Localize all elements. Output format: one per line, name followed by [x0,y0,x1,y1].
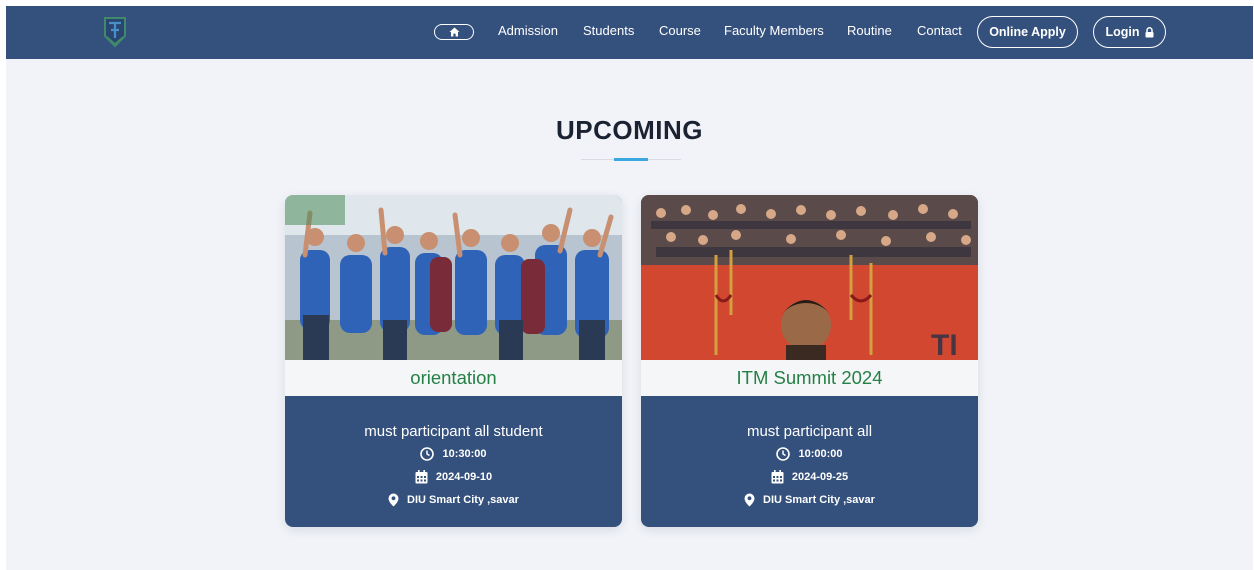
nav-link-contact[interactable]: Contact [917,23,962,38]
event-date-row: 2024-09-10 [285,470,622,484]
clock-icon [420,447,435,461]
event-image [285,195,622,360]
login-label: Login [1105,25,1140,39]
login-button[interactable]: Login [1093,16,1166,48]
event-location: DIU Smart City ,savar [407,494,519,506]
event-location-row: DIU Smart City ,savar [641,493,978,507]
online-apply-button[interactable]: Online Apply [977,16,1078,48]
online-apply-label: Online Apply [989,25,1066,39]
event-description: must participant all student [364,423,543,440]
site-logo[interactable] [103,16,127,48]
calendar-icon [415,470,428,484]
event-time-row: 10:30:00 [285,447,622,461]
event-title: ITM Summit 2024 [736,367,883,388]
nav-home-button[interactable] [434,24,474,40]
event-date: 2024-09-25 [791,471,849,483]
navbar: Admission Students Course Faculty Member… [6,6,1253,59]
event-time: 10:00:00 [798,448,843,460]
event-title-band: orientation [285,360,622,396]
event-title: orientation [410,367,497,388]
location-pin-icon [744,493,755,507]
nav-link-admission[interactable]: Admission [498,23,558,38]
event-card-itm-summit[interactable]: TI ITM Summit 2024 must participant all … [641,195,978,527]
nav-link-faculty-members[interactable]: Faculty Members [724,23,824,38]
svg-text:TI: TI [931,329,958,360]
section-title: UPCOMING [556,115,703,145]
nav-link-students[interactable]: Students [583,23,634,38]
event-title-band: ITM Summit 2024 [641,360,978,396]
home-icon [449,27,459,37]
event-details: must participant all student 10:30:00 20… [285,396,622,527]
nav-link-course[interactable]: Course [659,23,701,38]
event-location-row: DIU Smart City ,savar [285,493,622,507]
event-time-row: 10:00:00 [641,447,978,461]
lock-icon [1145,26,1153,37]
event-description: must participant all [746,423,873,440]
page: Admission Students Course Faculty Member… [6,6,1253,570]
clock-icon [776,447,791,461]
event-location: DIU Smart City ,savar [763,494,875,506]
title-accent [614,158,648,161]
event-date: 2024-09-10 [435,471,493,483]
event-image: TI [641,195,978,360]
event-time: 10:30:00 [442,448,487,460]
event-card-orientation[interactable]: orientation must participant all student… [285,195,622,527]
event-date-row: 2024-09-25 [641,470,978,484]
event-details: must participant all 10:00:00 2024-09-25… [641,396,978,527]
location-pin-icon [388,493,399,507]
calendar-icon [771,470,784,484]
nav-link-routine[interactable]: Routine [847,23,892,38]
